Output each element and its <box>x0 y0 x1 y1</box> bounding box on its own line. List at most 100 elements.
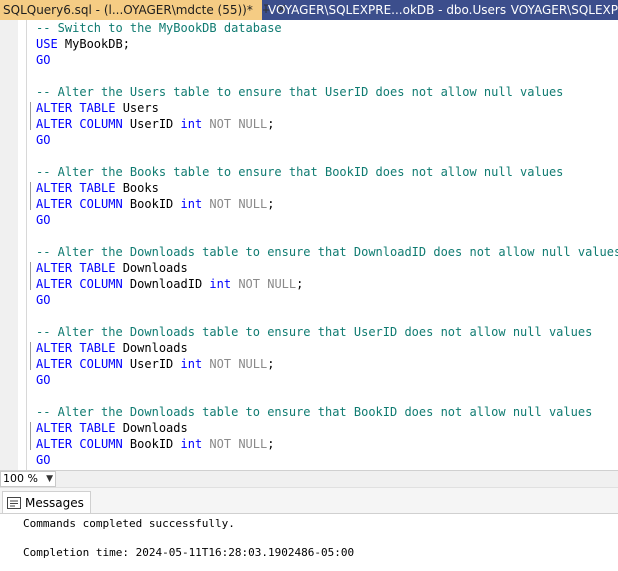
code-token: Downloads <box>115 421 188 435</box>
code-comment: -- Alter the Downloads table to ensure t… <box>36 325 593 339</box>
code-keyword: GO <box>36 213 51 227</box>
code-constraint: NOT NULL <box>209 197 268 211</box>
code-token: Users <box>115 101 159 115</box>
outline-block-marker <box>30 342 31 370</box>
query-editor[interactable]: -- Switch to the MyBookDB database USE My… <box>0 20 618 470</box>
outline-block-marker <box>30 182 31 210</box>
code-token: ; <box>267 357 275 371</box>
tab-label: SQLQuery6.sql - (l...OYAGER\mdcte (55))* <box>3 3 253 17</box>
code-keyword: GO <box>36 53 51 67</box>
tab-sqlquery6[interactable]: SQLQuery6.sql - (l...OYAGER\mdcte (55))* <box>0 0 286 20</box>
code-line: GO <box>36 372 618 388</box>
code-line: ALTER COLUMN UserID int NOT NULL; <box>36 356 618 372</box>
code-line: -- Alter the Downloads table to ensure t… <box>36 244 618 260</box>
code-keyword: ALTER TABLE <box>36 181 116 195</box>
zoom-value: 100 % <box>3 472 38 485</box>
outline-block-marker <box>30 422 31 450</box>
code-line: ALTER COLUMN DownloadID int NOT NULL; <box>36 276 618 292</box>
code-line: GO <box>36 52 618 68</box>
zoom-select[interactable]: 100 % ▼ <box>0 471 56 487</box>
editor-gutter <box>0 20 18 470</box>
messages-icon <box>7 496 21 509</box>
code-keyword: USE <box>36 37 58 51</box>
message-line: Commands completed successfully. <box>23 517 235 530</box>
code-token: ; <box>267 197 275 211</box>
code-constraint: NOT NULL <box>209 357 268 371</box>
sql-code[interactable]: -- Switch to the MyBookDB database USE My… <box>36 20 618 468</box>
code-line: -- Switch to the MyBookDB database <box>36 20 618 36</box>
code-constraint: NOT NULL <box>238 277 297 291</box>
code-keyword: ALTER TABLE <box>36 261 116 275</box>
code-keyword: ALTER TABLE <box>36 421 116 435</box>
code-line: -- Alter the Books table to ensure that … <box>36 164 618 180</box>
code-line: ALTER TABLE Books <box>36 180 618 196</box>
code-token: UserID <box>122 357 181 371</box>
results-tab-strip: Messages <box>0 487 618 513</box>
code-constraint: NOT NULL <box>209 117 268 131</box>
code-keyword: int <box>180 357 203 371</box>
code-line: GO <box>36 212 618 228</box>
code-token: UserID <box>122 117 181 131</box>
code-line: GO <box>36 132 618 148</box>
outline-margin <box>26 20 27 470</box>
code-token: ; <box>267 117 275 131</box>
code-comment: -- Switch to the MyBookDB database <box>36 21 282 35</box>
messages-tab-label: Messages <box>25 495 84 510</box>
code-line: ALTER COLUMN BookID int NOT NULL; <box>36 196 618 212</box>
code-token: DownloadID <box>122 277 210 291</box>
code-line: -- Alter the Downloads table to ensure t… <box>36 404 618 420</box>
code-keyword: ALTER COLUMN <box>36 197 123 211</box>
code-comment: -- Alter the Downloads table to ensure t… <box>36 405 593 419</box>
code-comment: -- Alter the Books table to ensure that … <box>36 165 564 179</box>
chevron-down-icon: ▼ <box>46 474 53 484</box>
code-keyword: GO <box>36 133 51 147</box>
tab-messages[interactable]: Messages <box>2 491 91 513</box>
code-line: ALTER TABLE Downloads <box>36 340 618 356</box>
outline-block-marker <box>30 102 31 130</box>
code-line: -- Alter the Users table to ensure that … <box>36 84 618 100</box>
code-token: MyBookDB; <box>57 37 130 51</box>
code-keyword: int <box>180 197 203 211</box>
code-keyword: ALTER COLUMN <box>36 437 123 451</box>
code-line: ALTER COLUMN UserID int NOT NULL; <box>36 116 618 132</box>
tab-voyager-sqlexp[interactable]: VOYAGER\SQLEXP <box>508 0 618 20</box>
code-keyword: GO <box>36 293 51 307</box>
code-token: ; <box>267 437 275 451</box>
code-token: Downloads <box>115 261 188 275</box>
code-keyword: ALTER COLUMN <box>36 357 123 371</box>
tab-users-table[interactable]: VOYAGER\SQLEXPRE...okDB - dbo.Users <box>262 0 508 20</box>
code-line: GO <box>36 292 618 308</box>
code-keyword: ALTER TABLE <box>36 341 116 355</box>
code-line: ALTER TABLE Users <box>36 100 618 116</box>
code-keyword: ALTER COLUMN <box>36 117 123 131</box>
document-tab-strip: SQLQuery6.sql - (l...OYAGER\mdcte (55))*… <box>0 0 618 20</box>
code-token: ; <box>296 277 304 291</box>
code-keyword: int <box>209 277 232 291</box>
code-token: BookID <box>122 197 181 211</box>
code-token: BookID <box>122 437 181 451</box>
code-line: ALTER COLUMN BookID int NOT NULL; <box>36 436 618 452</box>
code-keyword: GO <box>36 373 51 387</box>
code-keyword: int <box>180 117 203 131</box>
code-constraint: NOT NULL <box>209 437 268 451</box>
message-line: Completion time: 2024-05-11T16:28:03.190… <box>23 546 355 559</box>
code-comment: -- Alter the Downloads table to ensure t… <box>36 245 618 259</box>
code-line: ALTER TABLE Downloads <box>36 420 618 436</box>
code-keyword: ALTER TABLE <box>36 101 116 115</box>
code-keyword: GO <box>36 453 51 467</box>
zoom-bar: 100 % ▼ <box>0 470 618 487</box>
tab-label: VOYAGER\SQLEXPRE...okDB - dbo.Users <box>268 3 507 17</box>
code-line: GO <box>36 452 618 468</box>
messages-pane: Commands completed successfully. Complet… <box>0 513 618 571</box>
code-keyword: int <box>180 437 203 451</box>
code-keyword: ALTER COLUMN <box>36 277 123 291</box>
code-token: Books <box>115 181 159 195</box>
tab-label: VOYAGER\SQLEXP <box>510 3 618 17</box>
outline-block-marker <box>30 262 31 290</box>
code-line: USE MyBookDB; <box>36 36 618 52</box>
